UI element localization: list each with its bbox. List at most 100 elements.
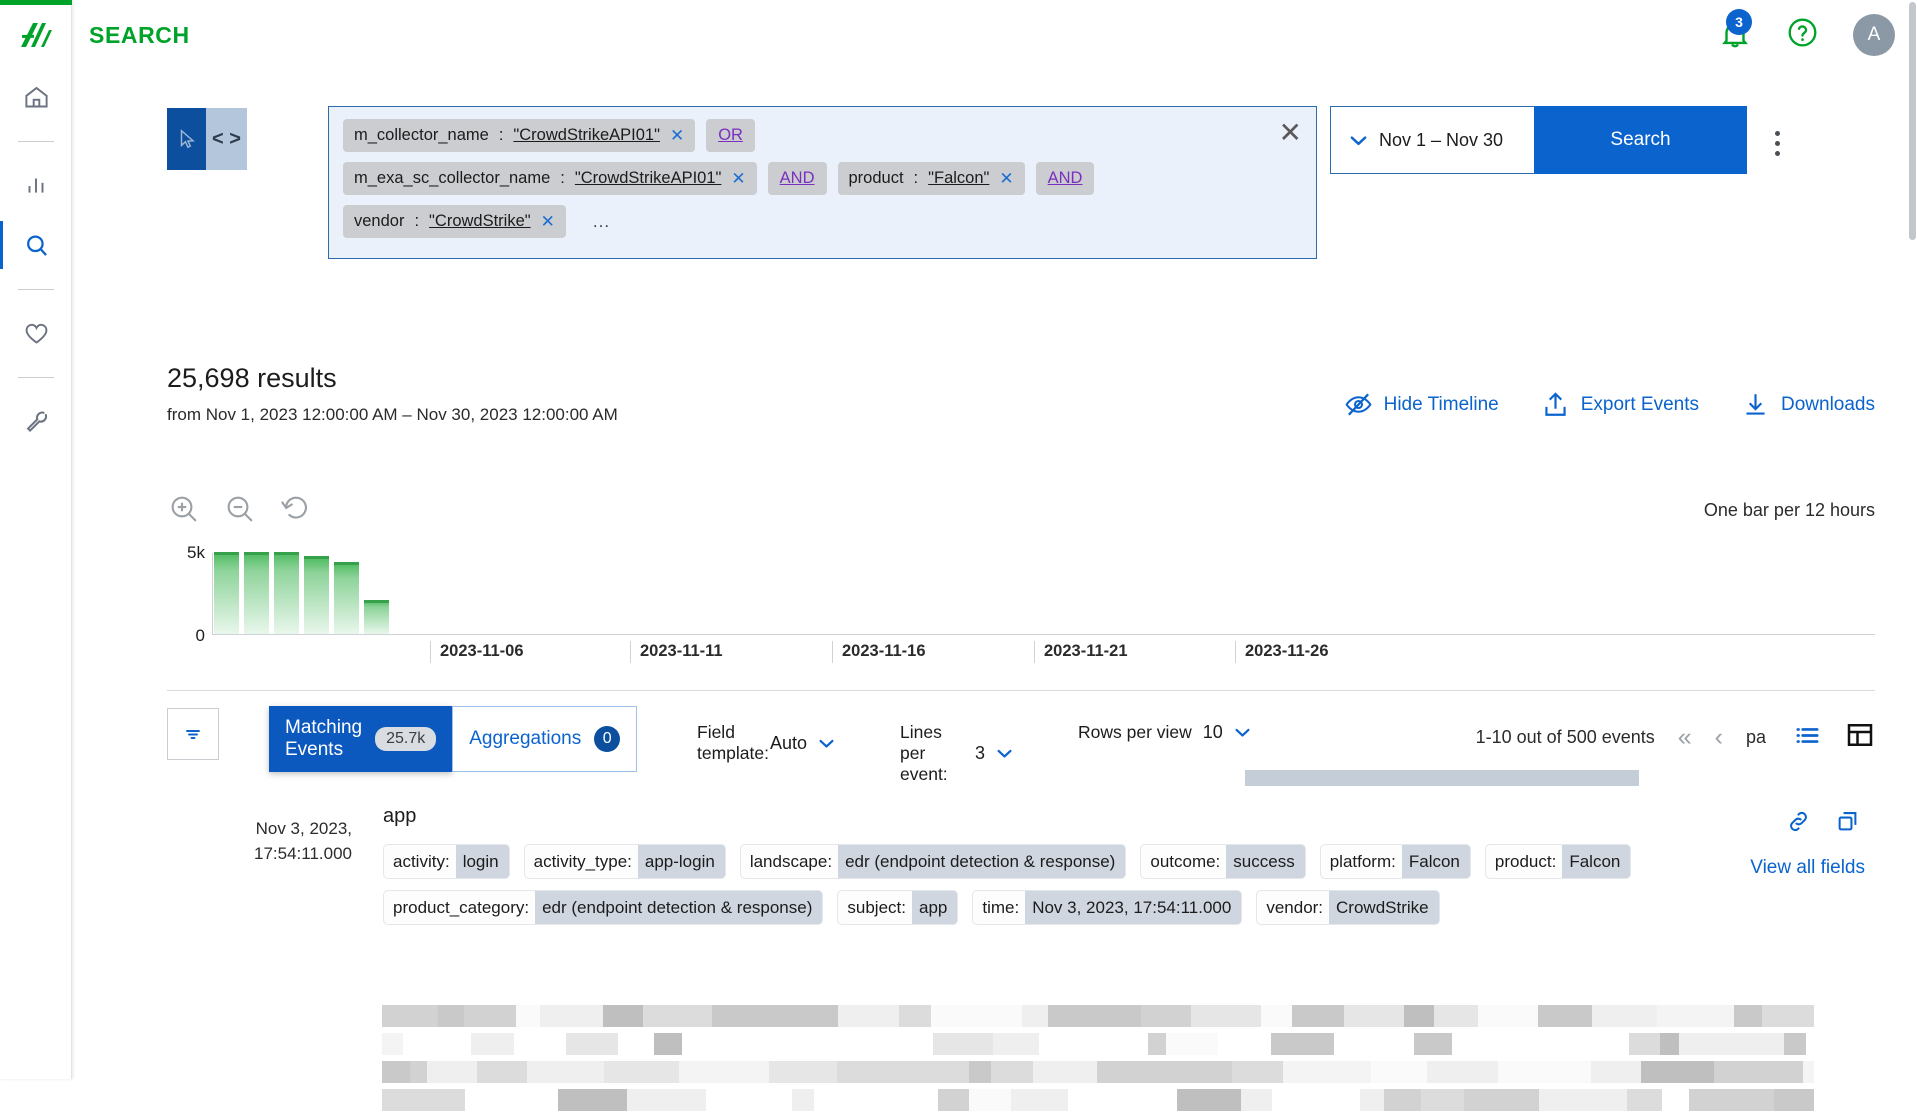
downloads-button[interactable]: Downloads — [1741, 390, 1875, 419]
operator-and[interactable]: AND — [767, 162, 827, 195]
event-field-value: edr (endpoint detection & response) — [838, 845, 1126, 878]
chip-remove-icon[interactable]: ✕ — [999, 170, 1013, 187]
event-field-chip[interactable]: subject: app — [837, 890, 959, 925]
sidebar-item-favorites[interactable] — [0, 303, 72, 363]
rail-item-list — [0, 67, 72, 451]
event-field-key: product: — [1485, 845, 1563, 878]
event-field-chip[interactable]: landscape: edr (endpoint detection & resp… — [739, 844, 1127, 879]
masked-text-block — [382, 1061, 410, 1083]
sidebar-item-settings[interactable] — [0, 391, 72, 451]
filter-chip[interactable]: m_collector_name : "CrowdStrikeAPI01" ✕ — [343, 119, 696, 152]
chip-value: "Falcon" — [928, 169, 990, 187]
mode-code-button[interactable]: < > — [206, 108, 247, 170]
heart-icon — [25, 323, 47, 344]
notifications-button[interactable]: 3 — [1718, 9, 1752, 52]
view-all-fields-link[interactable]: View all fields — [1750, 857, 1865, 879]
masked-text-block — [1783, 1033, 1806, 1055]
table-view-button[interactable] — [1845, 720, 1875, 755]
masked-text-block — [437, 1005, 465, 1027]
event-field-chip[interactable]: time: Nov 3, 2023, 17:54:11.000 — [972, 890, 1243, 925]
pagination-summary: 1-10 out of 500 events — [1475, 727, 1655, 747]
chip-remove-icon[interactable]: ✕ — [541, 213, 555, 230]
event-field-chip[interactable]: outcome: success — [1140, 844, 1306, 879]
result-tabs: Matching Events 25.7k Aggregations 0 — [269, 706, 638, 772]
first-page-button[interactable]: « — [1678, 725, 1692, 750]
avatar[interactable]: A — [1853, 14, 1895, 56]
chart-bar[interactable] — [274, 552, 299, 634]
chart-bar[interactable] — [244, 552, 269, 634]
tab-aggregations[interactable]: Aggregations 0 — [452, 706, 638, 772]
header-actions: 3 A — [1718, 0, 1895, 70]
operator-and[interactable]: AND — [1035, 162, 1095, 195]
help-button[interactable] — [1786, 16, 1819, 54]
event-field-key: time: — [973, 891, 1026, 924]
zoom-out-button[interactable] — [223, 492, 257, 526]
masked-text-block — [1713, 1061, 1803, 1083]
mode-pointer-button[interactable] — [167, 108, 206, 170]
sidebar-item-home[interactable] — [0, 67, 72, 127]
clear-query-button[interactable]: ✕ — [1279, 119, 1302, 147]
filter-icon — [186, 730, 200, 739]
filter-chip[interactable]: product : "Falcon" ✕ — [837, 162, 1025, 195]
tab-matching-events[interactable]: Matching Events 25.7k — [269, 706, 453, 772]
chart-bar[interactable] — [364, 600, 389, 634]
lines-per-event-control[interactable]: Lines per event: 3 — [900, 722, 1013, 785]
masked-text-block — [1135, 1089, 1177, 1111]
reset-zoom-button[interactable] — [279, 492, 313, 526]
date-range-picker[interactable]: Nov 1 – Nov 30 — [1330, 106, 1535, 174]
copy-link-button[interactable] — [1785, 808, 1812, 840]
filter-button[interactable] — [167, 708, 219, 760]
search-icon — [26, 234, 47, 256]
vertical-scrollbar-thumb[interactable] — [1909, 2, 1916, 240]
chart-bar[interactable] — [214, 552, 239, 634]
query-builder[interactable]: m_collector_name : "CrowdStrikeAPI01" ✕ … — [328, 106, 1317, 259]
event-field-chip[interactable]: activity_type: app-login — [523, 844, 726, 879]
sidebar-item-analytics[interactable] — [0, 155, 72, 215]
hide-timeline-button[interactable]: Hide Timeline — [1344, 390, 1499, 419]
chevron-down-icon — [1350, 135, 1367, 145]
lines-per-event-label: Lines per event: — [900, 722, 964, 785]
event-field-key: vendor: — [1257, 891, 1330, 924]
chart-bar[interactable] — [334, 561, 359, 634]
query-overflow-ellipsis[interactable]: ... — [577, 212, 610, 232]
event-field-value: Falcon — [1562, 845, 1631, 878]
field-template-control[interactable]: Field template: Auto — [697, 722, 835, 764]
search-button[interactable]: Search — [1534, 106, 1747, 174]
chart-bar[interactable] — [304, 556, 329, 634]
event-field-value: login — [455, 845, 509, 878]
chip-remove-icon[interactable]: ✕ — [670, 127, 684, 144]
zoom-in-button[interactable] — [167, 492, 201, 526]
masked-text-block — [899, 1005, 931, 1027]
horizontal-scrollbar[interactable] — [1245, 770, 1639, 786]
filter-chip[interactable]: m_exa_sc_collector_name : "CrowdStrikeAP… — [343, 162, 757, 195]
sidebar-item-search[interactable] — [0, 215, 72, 275]
masked-text-block — [1629, 1033, 1660, 1055]
vertical-scrollbar[interactable] — [1907, 0, 1917, 1079]
masked-text-block — [464, 1089, 559, 1111]
download-icon — [1746, 394, 1765, 415]
export-events-button[interactable]: Export Events — [1541, 390, 1699, 419]
chip-remove-icon[interactable]: ✕ — [731, 170, 745, 187]
rows-per-view-control[interactable]: Rows per view 10 — [1078, 722, 1251, 743]
chevron-down-icon — [1235, 728, 1250, 737]
event-field-chip[interactable]: activity: login — [383, 844, 510, 879]
masked-text-block — [968, 1089, 1011, 1111]
masked-text-block — [382, 1033, 403, 1055]
masked-text-block — [813, 1089, 909, 1111]
event-field-key: outcome: — [1141, 845, 1227, 878]
masked-text-block — [603, 1005, 643, 1027]
event-field-chip[interactable]: platform: Falcon — [1319, 844, 1471, 879]
list-view-button[interactable] — [1793, 721, 1822, 755]
operator-or[interactable]: OR — [706, 119, 755, 152]
prev-page-button[interactable]: ‹ — [1715, 725, 1723, 750]
copy-event-button[interactable] — [1834, 808, 1861, 840]
masked-text-block — [1662, 1089, 1690, 1111]
event-field-chip[interactable]: product: Falcon — [1484, 844, 1632, 879]
filter-chip[interactable]: vendor : "CrowdStrike" ✕ — [343, 205, 566, 238]
event-timestamp-date: Nov 3, 2023, — [255, 819, 352, 838]
event-field-chip[interactable]: product_category: edr (endpoint detection… — [383, 890, 824, 925]
event-field-chip[interactable]: vendor: CrowdStrike — [1256, 890, 1440, 925]
app-logo[interactable] — [0, 5, 72, 67]
query-more-menu-button[interactable] — [1762, 126, 1792, 160]
event-field-value: Falcon — [1401, 845, 1470, 878]
